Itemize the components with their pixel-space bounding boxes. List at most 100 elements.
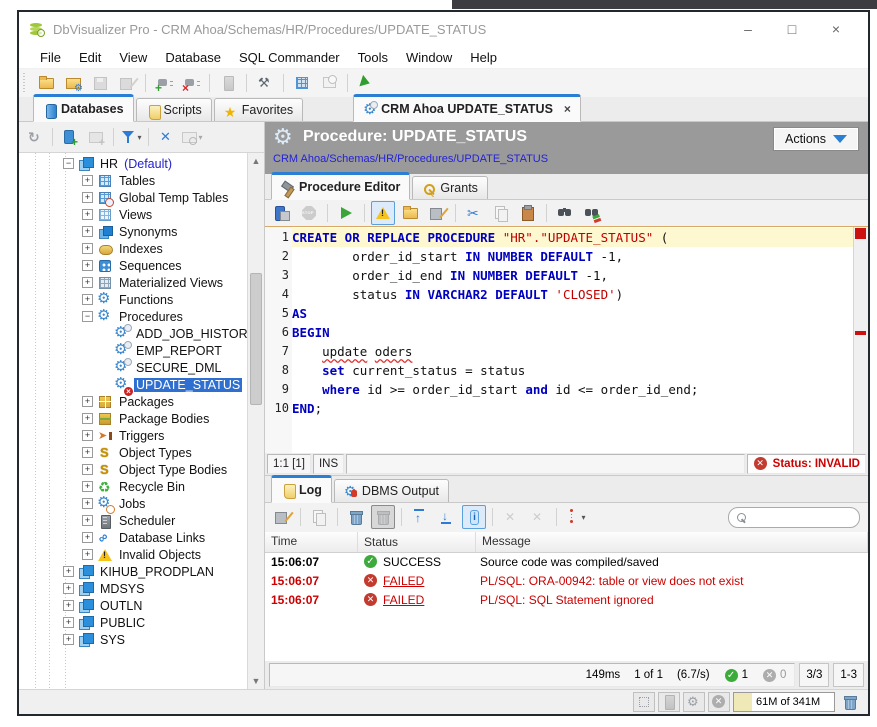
find-replace-button[interactable] <box>580 201 604 225</box>
collapse-toggle[interactable]: − <box>82 311 93 322</box>
expand-toggle[interactable]: + <box>82 498 93 509</box>
tree-item-update-status[interactable]: UPDATE_STATUS <box>19 376 248 393</box>
find-button[interactable] <box>553 201 577 225</box>
code-line-9[interactable]: where id >= order_id_start and id <= ord… <box>292 380 853 399</box>
expand-toggle[interactable]: + <box>82 209 93 220</box>
tab-dbms-output[interactable]: DBMS Output <box>334 479 449 502</box>
server-info-button[interactable] <box>216 71 240 95</box>
expand-toggle[interactable]: + <box>82 192 93 203</box>
expand-toggle[interactable]: + <box>82 277 93 288</box>
log-copy-button[interactable] <box>307 505 331 529</box>
log-row[interactable]: 15:06:07SUCCESSSource code was compiled/… <box>265 553 868 572</box>
expand-toggle[interactable]: + <box>82 447 93 458</box>
object-tab-close-icon[interactable]: × <box>564 102 571 116</box>
run-pointer-button[interactable] <box>354 71 378 95</box>
menu-database[interactable]: Database <box>156 50 230 65</box>
column-header-status[interactable]: Status <box>358 532 476 552</box>
load-from-file-button[interactable] <box>398 201 422 225</box>
error-marker[interactable] <box>855 228 866 239</box>
filter-button[interactable]: ▾ <box>119 125 143 149</box>
menu-view[interactable]: View <box>110 50 156 65</box>
cut-button[interactable] <box>462 201 486 225</box>
tree-item-mdsys[interactable]: +MDSYS <box>19 580 248 597</box>
tree-item-scheduler[interactable]: +Scheduler <box>19 512 248 529</box>
tree-item-secure-dml[interactable]: SECURE_DML <box>19 359 248 376</box>
save-button[interactable] <box>88 71 112 95</box>
scrollbar-thumb[interactable] <box>250 273 262 405</box>
log-table[interactable]: Time Status Message 15:06:07SUCCESSSourc… <box>265 532 868 661</box>
memory-gauge[interactable]: 61M of 341M <box>733 692 835 712</box>
tree-item-sequences[interactable]: +Sequences <box>19 257 248 274</box>
tree-item-procedures[interactable]: −Procedures <box>19 308 248 325</box>
show-info-toggle[interactable] <box>462 505 486 529</box>
tree-item-sys[interactable]: +SYS <box>19 631 248 648</box>
expand-rows-button[interactable] <box>499 505 523 529</box>
compile-save-button[interactable] <box>270 201 294 225</box>
column-header-message[interactable]: Message <box>476 532 868 552</box>
minimize-button[interactable]: – <box>726 12 770 46</box>
tab-databases[interactable]: Databases <box>33 94 134 122</box>
collapse-toggle[interactable]: − <box>63 158 74 169</box>
tree-item-hr[interactable]: −HR(Default) <box>19 155 248 172</box>
connect-button[interactable] <box>152 71 176 95</box>
open-connection-button[interactable] <box>61 71 85 95</box>
expand-toggle[interactable]: + <box>63 600 74 611</box>
expand-toggle[interactable]: + <box>63 617 74 628</box>
log-search-box[interactable] <box>728 507 860 528</box>
tab-object-update-status[interactable]: CRM Ahoa UPDATE_STATUS × <box>353 94 581 122</box>
code-line-6[interactable]: BEGIN <box>292 323 853 342</box>
error-overview-strip[interactable] <box>853 227 868 453</box>
tab-grants[interactable]: Grants <box>412 176 488 199</box>
clear-log-button[interactable] <box>344 505 368 529</box>
tree-item-invalid-objects[interactable]: +Invalid Objects <box>19 546 248 563</box>
tree-item-package-bodies[interactable]: +Package Bodies <box>19 410 248 427</box>
expand-toggle[interactable]: + <box>63 634 74 645</box>
tree-item-indexes[interactable]: +Indexes <box>19 240 248 257</box>
garbage-collect-button[interactable] <box>838 690 862 714</box>
save-as-button[interactable] <box>115 71 139 95</box>
expand-toggle[interactable]: + <box>82 515 93 526</box>
menu-tools[interactable]: Tools <box>349 50 397 65</box>
tree-item-packages[interactable]: +Packages <box>19 393 248 410</box>
layout-button[interactable] <box>633 692 655 712</box>
expand-toggle[interactable]: + <box>82 226 93 237</box>
search-input[interactable] <box>752 510 853 524</box>
expand-toggle[interactable]: + <box>82 532 93 543</box>
stop-button[interactable] <box>297 201 321 225</box>
disconnect-button[interactable] <box>179 71 203 95</box>
code-line-1[interactable]: CREATE OR REPLACE PROCEDURE "HR"."UPDATE… <box>292 228 853 247</box>
monitor-button[interactable] <box>317 71 341 95</box>
save-to-file-button[interactable] <box>425 201 449 225</box>
expand-toggle[interactable]: + <box>82 396 93 407</box>
expand-toggle[interactable]: + <box>82 294 93 305</box>
code-line-10[interactable]: END; <box>292 399 853 418</box>
refresh-button[interactable] <box>23 125 47 149</box>
tree-item-public[interactable]: +PUBLIC <box>19 614 248 631</box>
scroll-down-icon[interactable]: ▼ <box>248 673 264 689</box>
column-options-button[interactable]: ▾ <box>563 505 587 529</box>
menu-help[interactable]: Help <box>461 50 506 65</box>
scroll-up-icon[interactable]: ▲ <box>248 153 264 169</box>
scroll-to-bottom-button[interactable] <box>435 505 459 529</box>
tree-scrollbar[interactable]: ▲ ▼ <box>247 153 264 689</box>
auto-clear-toggle[interactable] <box>371 505 395 529</box>
code-line-7[interactable]: update oders <box>292 342 853 361</box>
code-line-3[interactable]: order_id_end IN NUMBER DEFAULT -1, <box>292 266 853 285</box>
tree-item-functions[interactable]: +Functions <box>19 291 248 308</box>
expand-toggle[interactable]: + <box>63 566 74 577</box>
tree-item-outln[interactable]: +OUTLN <box>19 597 248 614</box>
expand-toggle[interactable]: + <box>82 464 93 475</box>
tree-item-add-job-history[interactable]: ADD_JOB_HISTORY <box>19 325 248 342</box>
tree-item-object-type-bodies[interactable]: +Object Type Bodies <box>19 461 248 478</box>
code-line-2[interactable]: order_id_start IN NUMBER DEFAULT -1, <box>292 247 853 266</box>
log-status[interactable]: SUCCESS <box>357 554 474 570</box>
tree-item-tables[interactable]: +Tables <box>19 172 248 189</box>
tree-item-materialized-views[interactable]: +Materialized Views <box>19 274 248 291</box>
tree-item-jobs[interactable]: +Jobs <box>19 495 248 512</box>
show-errors-toggle[interactable] <box>371 201 395 225</box>
code-line-4[interactable]: status IN VARCHAR2 DEFAULT 'CLOSED') <box>292 285 853 304</box>
tree-item-database-links[interactable]: +Database Links <box>19 529 248 546</box>
tree-item-emp-report[interactable]: EMP_REPORT <box>19 342 248 359</box>
expand-toggle[interactable]: + <box>82 175 93 186</box>
tree-item-triggers[interactable]: +Triggers <box>19 427 248 444</box>
